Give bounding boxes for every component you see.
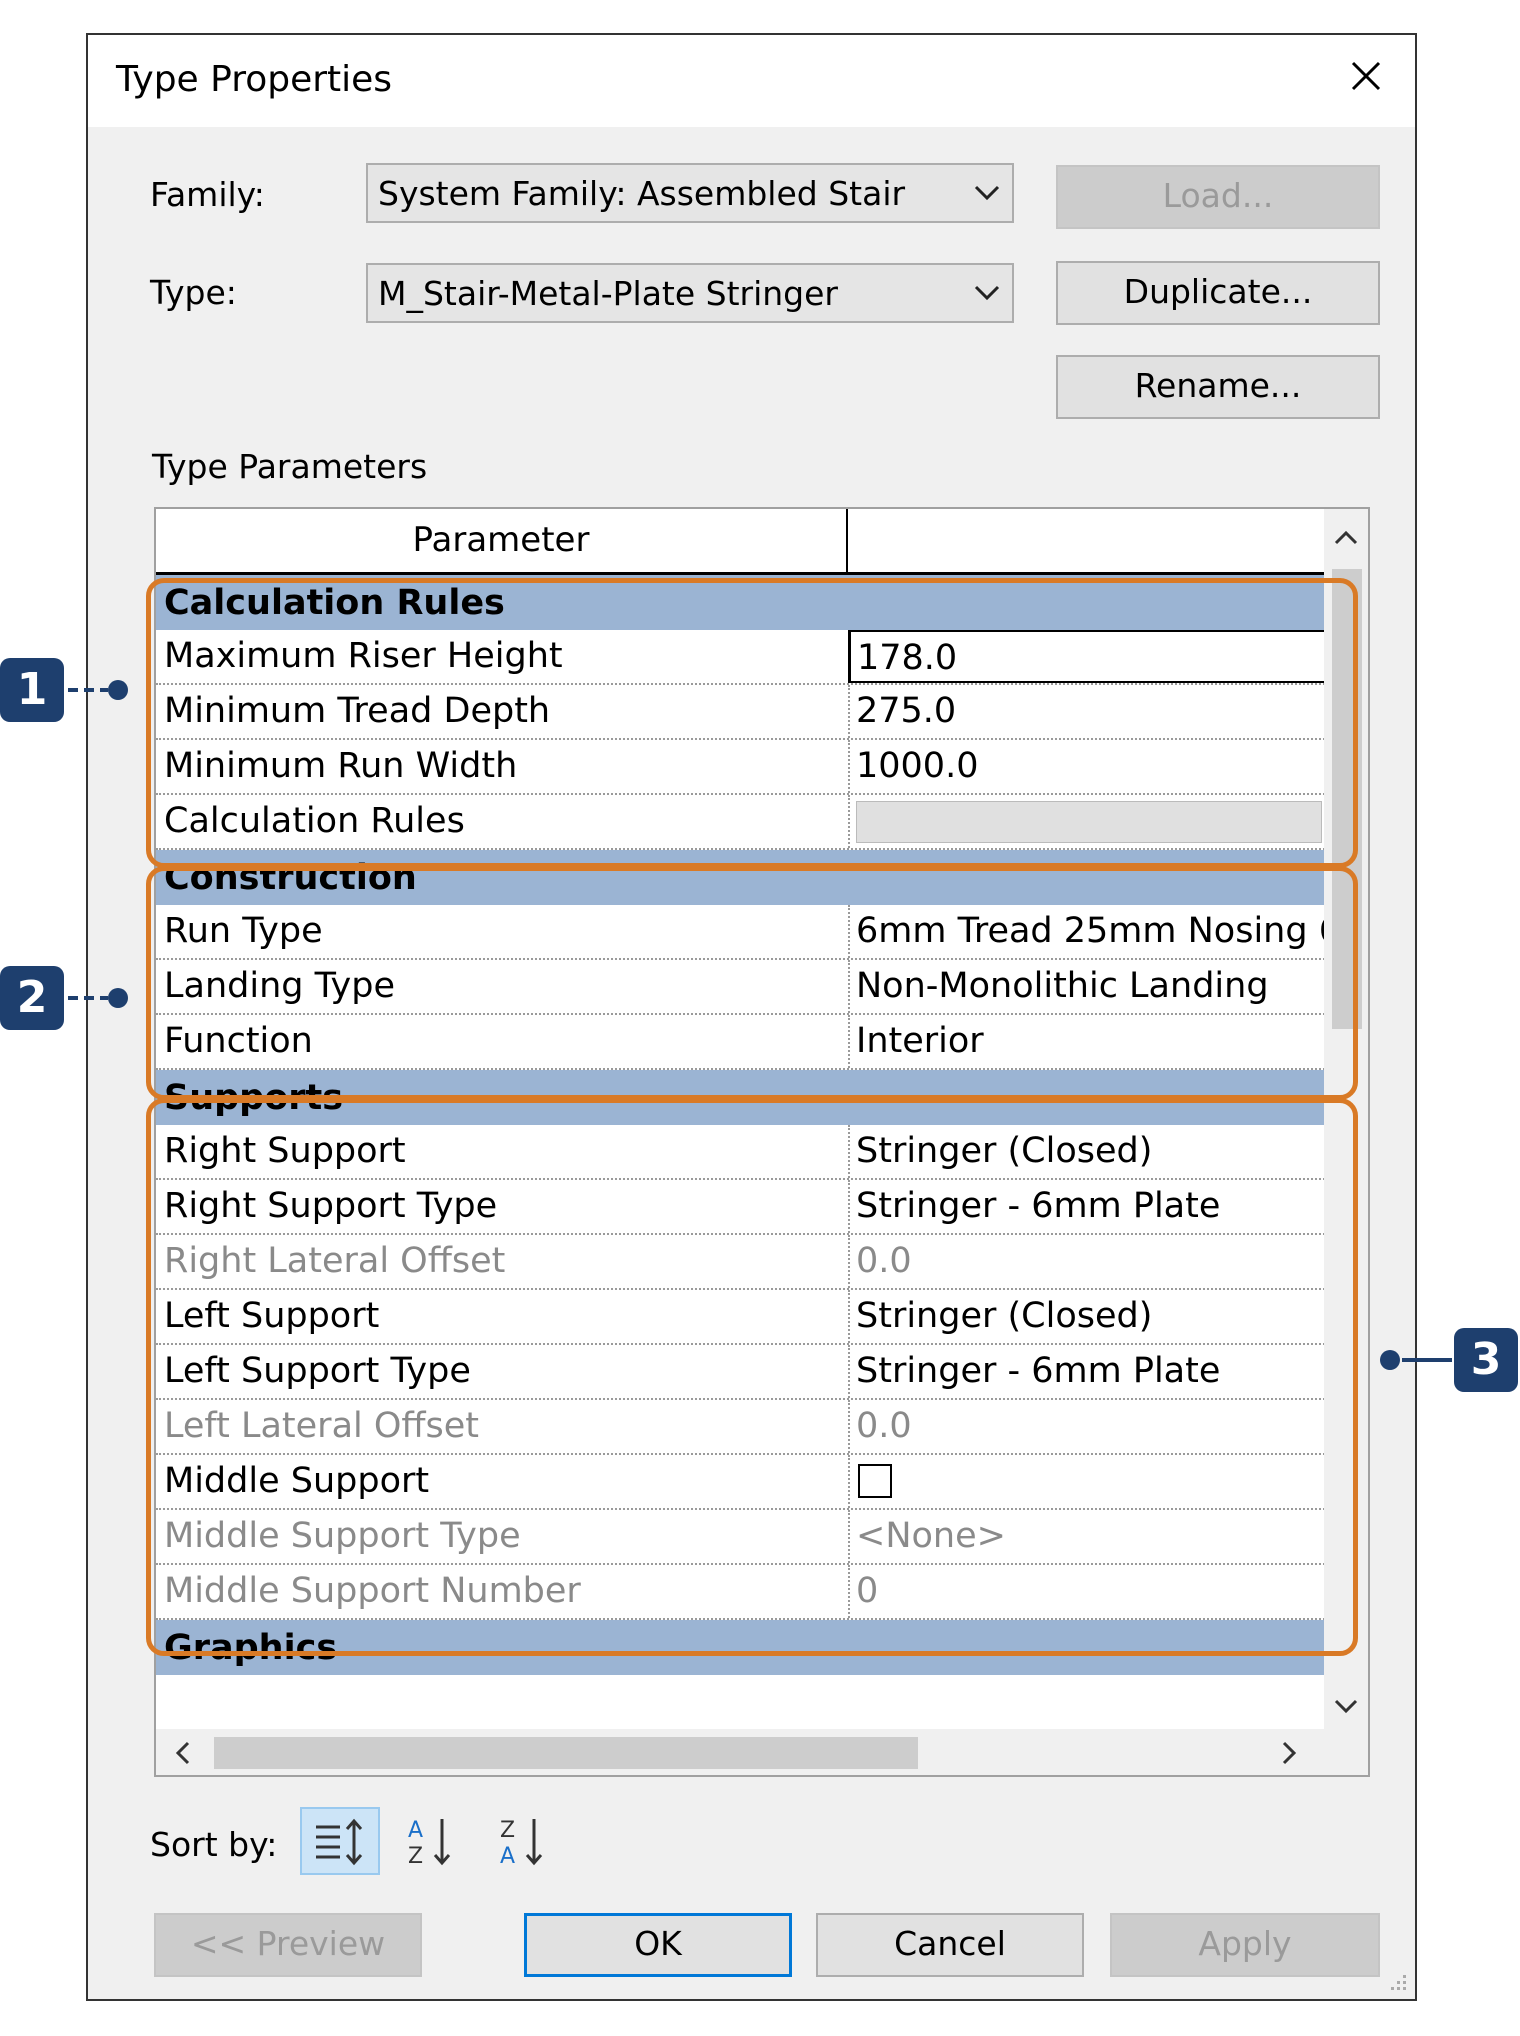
chevron-down-icon bbox=[974, 285, 1000, 301]
title-bar: Type Properties bbox=[88, 35, 1415, 127]
callout-marker-3: 3 bbox=[1454, 1328, 1518, 1392]
svg-text:Z: Z bbox=[500, 1818, 515, 1843]
close-icon[interactable] bbox=[1341, 51, 1391, 101]
load-button[interactable]: Load... bbox=[1056, 165, 1380, 229]
family-dropdown[interactable]: System Family: Assembled Stair bbox=[366, 163, 1014, 223]
horizontal-scrollbar[interactable] bbox=[156, 1729, 1368, 1775]
family-label: Family: bbox=[150, 175, 265, 214]
callout-connector-2 bbox=[68, 988, 128, 1008]
sort-by-label: Sort by: bbox=[150, 1825, 278, 1864]
sort-grouped-button[interactable] bbox=[300, 1807, 380, 1875]
callout-connector-3 bbox=[1380, 1350, 1452, 1370]
duplicate-button[interactable]: Duplicate... bbox=[1056, 261, 1380, 325]
value-column-header[interactable] bbox=[850, 509, 1328, 572]
sort-ascending-button[interactable]: A Z bbox=[392, 1807, 472, 1875]
callout-marker-2: 2 bbox=[0, 966, 64, 1030]
chevron-down-icon bbox=[974, 185, 1000, 201]
parameter-column-header[interactable]: Parameter bbox=[156, 509, 848, 572]
cancel-button[interactable]: Cancel bbox=[816, 1913, 1084, 1977]
callout-connector-1 bbox=[68, 680, 128, 700]
rename-button[interactable]: Rename... bbox=[1056, 355, 1380, 419]
scroll-right-icon[interactable] bbox=[1282, 1741, 1298, 1765]
dialog-title: Type Properties bbox=[116, 59, 393, 100]
svg-text:A: A bbox=[408, 1818, 423, 1843]
type-dropdown[interactable]: M_Stair-Metal-Plate Stringer bbox=[366, 263, 1014, 323]
callout-marker-1: 1 bbox=[0, 658, 64, 722]
ok-button[interactable]: OK bbox=[524, 1913, 792, 1977]
svg-text:A: A bbox=[500, 1844, 515, 1869]
sort-descending-button[interactable]: Z A bbox=[484, 1807, 564, 1875]
grid-header: Parameter bbox=[156, 509, 1328, 575]
sort-z-to-a-icon: Z A bbox=[500, 1818, 543, 1869]
highlight-construction bbox=[146, 866, 1358, 1100]
type-label: Type: bbox=[150, 273, 237, 312]
resize-grip-icon[interactable] bbox=[1385, 1969, 1409, 1993]
type-parameters-label: Type Parameters bbox=[152, 447, 428, 486]
svg-text:Z: Z bbox=[408, 1844, 423, 1869]
grouped-list-icon bbox=[316, 1818, 363, 1866]
highlight-supports bbox=[146, 1098, 1358, 1656]
scroll-left-icon[interactable] bbox=[174, 1741, 190, 1765]
sort-a-to-z-icon: A Z bbox=[408, 1818, 451, 1869]
preview-button[interactable]: << Preview bbox=[154, 1913, 422, 1977]
type-value: M_Stair-Metal-Plate Stringer bbox=[378, 274, 839, 313]
highlight-calculation-rules bbox=[146, 578, 1358, 868]
apply-button[interactable]: Apply bbox=[1110, 1913, 1380, 1977]
scroll-up-icon[interactable] bbox=[1334, 529, 1358, 545]
scroll-down-icon[interactable] bbox=[1334, 1699, 1358, 1715]
horizontal-scroll-thumb[interactable] bbox=[214, 1737, 918, 1769]
family-value: System Family: Assembled Stair bbox=[378, 174, 906, 213]
